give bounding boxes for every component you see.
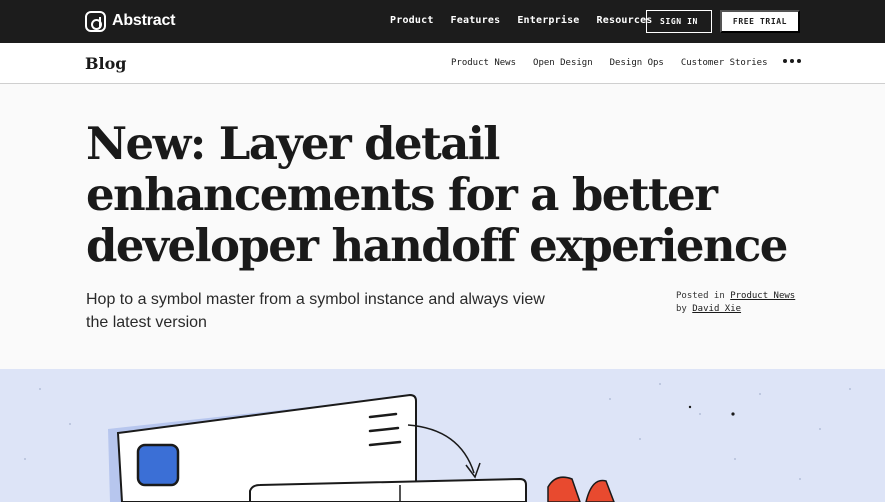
category-link-product-news[interactable]: Product News — [451, 58, 516, 68]
blog-subnav: Blog Product News Open Design Design Ops… — [0, 43, 885, 84]
sign-in-button[interactable]: SIGN IN — [646, 10, 712, 33]
headline-line: enhancements for a better — [86, 168, 718, 221]
more-menu-icon[interactable] — [783, 59, 801, 63]
blog-title-link[interactable]: Blog — [85, 54, 126, 73]
by-label: by — [676, 304, 687, 314]
blog-category-nav: Product News Open Design Design Ops Cust… — [451, 58, 768, 68]
article-hero: New: Layer detail enhancements for a bet… — [0, 84, 885, 369]
category-link-customer-stories[interactable]: Customer Stories — [681, 58, 768, 68]
article-subheading: Hop to a symbol master from a symbol ins… — [86, 291, 545, 331]
article-meta: Posted in Product News by David Xie — [676, 290, 795, 316]
article-headline: New: Layer detail enhancements for a bet… — [86, 118, 806, 271]
abstract-logo[interactable]: Abstract — [85, 10, 176, 32]
nav-link-resources[interactable]: Resources — [597, 15, 653, 26]
top-nav: Abstract Product Features Enterprise Res… — [0, 0, 885, 43]
category-link[interactable]: Product News — [730, 291, 795, 301]
abstract-logo-icon — [85, 10, 106, 32]
nav-link-product[interactable]: Product — [390, 15, 434, 26]
nav-link-enterprise[interactable]: Enterprise — [517, 15, 579, 26]
category-link-open-design[interactable]: Open Design — [533, 58, 593, 68]
hero-illustration — [0, 369, 885, 502]
posted-in-label: Posted in — [676, 291, 725, 301]
category-link-design-ops[interactable]: Design Ops — [610, 58, 664, 68]
main-nav: Product Features Enterprise Resources — [390, 15, 653, 26]
headline-line: New: Layer detail — [86, 117, 500, 170]
headline-line: developer handoff experience — [86, 219, 788, 272]
author-link[interactable]: David Xie — [692, 304, 741, 314]
logo-text: Abstract — [112, 12, 176, 29]
illustration-graphic — [24, 383, 851, 502]
free-trial-button[interactable]: FREE TRIAL — [720, 10, 800, 33]
nav-link-features[interactable]: Features — [451, 15, 501, 26]
